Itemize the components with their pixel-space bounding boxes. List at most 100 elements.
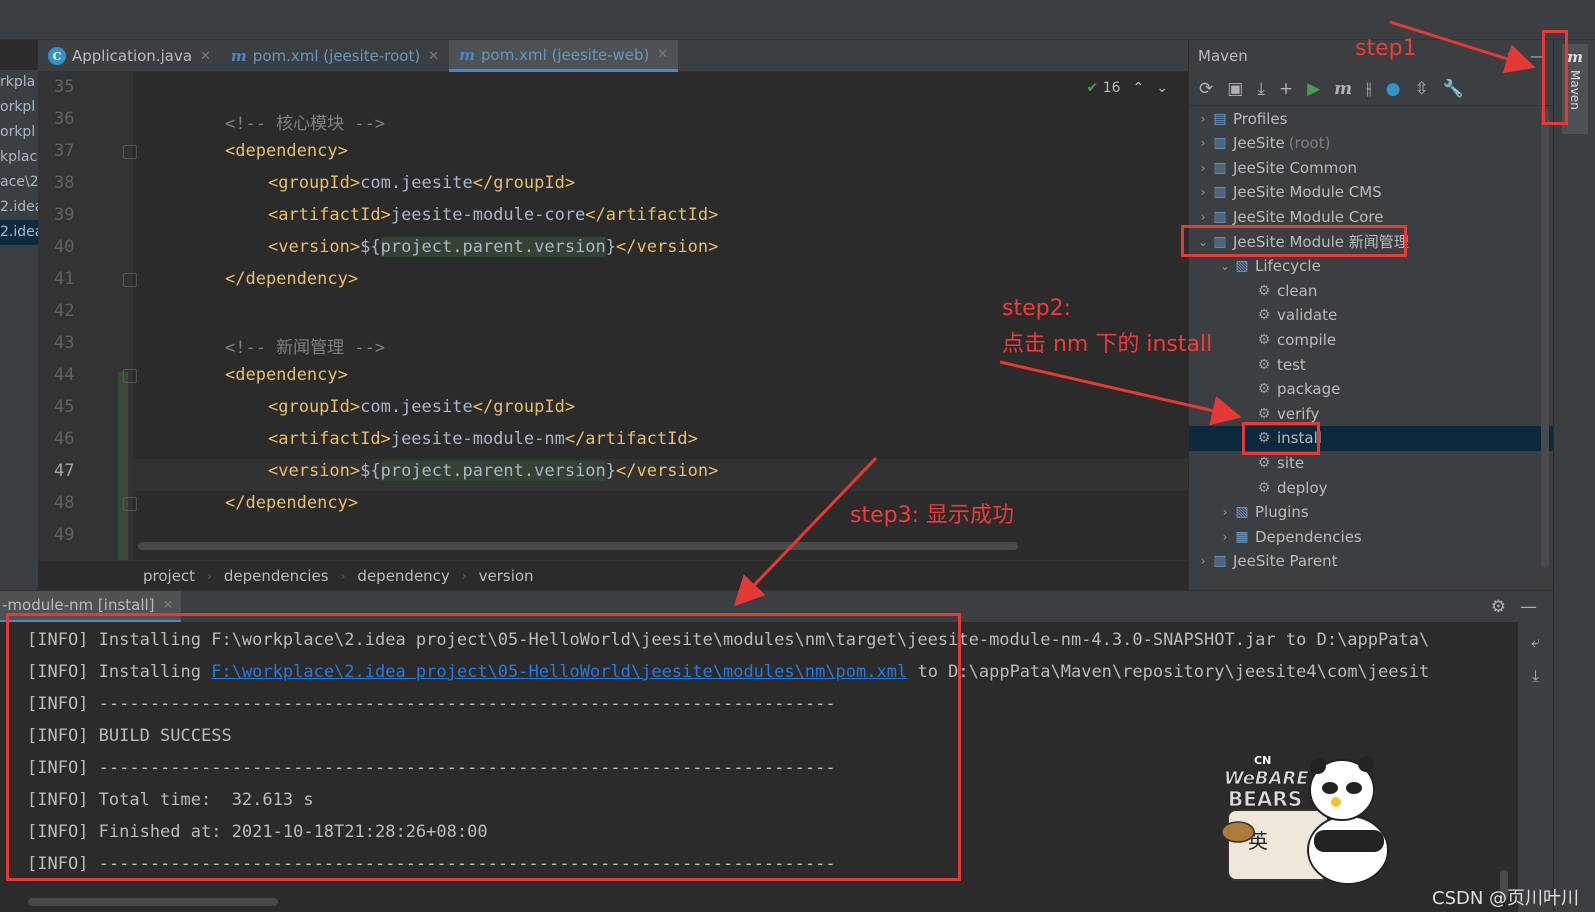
we-bare-bears-sticker: CN WeBARE BEARS 英 bbox=[1218, 750, 1408, 890]
console-horizontal-scrollbar[interactable] bbox=[28, 898, 278, 906]
gear-icon[interactable]: ⚙ bbox=[1507, 47, 1520, 65]
chevron-up-icon[interactable]: ⌃ bbox=[1133, 80, 1145, 96]
line-number: 46 bbox=[54, 429, 75, 449]
fold-marker-icon[interactable] bbox=[123, 497, 137, 511]
annotation-box-install bbox=[1242, 422, 1320, 455]
project-item[interactable]: kplace bbox=[0, 145, 38, 170]
close-icon[interactable]: ✕ bbox=[657, 47, 668, 62]
project-item[interactable]: 2.idea bbox=[0, 195, 38, 220]
app-class-icon: C bbox=[48, 47, 66, 65]
generate-sources-icon[interactable]: ▣ bbox=[1227, 79, 1243, 99]
gear-icon: ⚙ bbox=[1257, 405, 1271, 422]
tree-item-label: JeeSite bbox=[1233, 134, 1285, 153]
code-line-current: <version>${project.parent.version}</vers… bbox=[268, 461, 719, 481]
maven-tree-item-jeesite-module-cms[interactable]: › ▥ JeeSite Module CMS bbox=[1189, 180, 1554, 205]
panda-eye-patch bbox=[1322, 782, 1338, 794]
close-icon[interactable]: ✕ bbox=[163, 598, 174, 613]
close-icon[interactable]: ✕ bbox=[428, 49, 439, 64]
maven-tree-item-deploy[interactable]: ⚙ deploy bbox=[1189, 475, 1554, 500]
chevron-right-icon[interactable]: › bbox=[1195, 210, 1211, 224]
tree-item-label: JeeSite Common bbox=[1233, 158, 1358, 177]
annotation-box-maven-stripe bbox=[1542, 30, 1568, 125]
project-item[interactable]: rkpla bbox=[0, 70, 38, 95]
inspection-status[interactable]: ✔ 16 bbox=[1087, 80, 1121, 96]
toggle-offline-icon[interactable]: ⫲ bbox=[1366, 79, 1372, 99]
code-line: <groupId>com.jeesite</groupId> bbox=[268, 397, 576, 417]
run-tab-label: -module-nm [install] bbox=[2, 596, 155, 614]
breadcrumb-separator: › bbox=[340, 568, 346, 583]
scroll-to-end-icon[interactable]: ⤓ bbox=[1532, 666, 1539, 686]
breadcrumb-item[interactable]: version bbox=[479, 567, 534, 585]
line-number: 49 bbox=[54, 525, 75, 545]
maven-tree-item-test[interactable]: ⚙ test bbox=[1189, 352, 1554, 377]
maven-tree-item-plugins[interactable]: › ▧ Plugins bbox=[1189, 500, 1554, 525]
maven-tool-window: Maven ⚙ — ⟳ ▣ ⤓ + ▶ m ⫲ ● ⇳ 🔧 › ▤ Profiles… bbox=[1188, 40, 1554, 590]
chevron-right-icon[interactable]: › bbox=[1217, 505, 1233, 519]
download-icon[interactable]: ⤓ bbox=[1257, 79, 1265, 99]
fold-marker-icon[interactable] bbox=[123, 145, 137, 159]
skip-tests-icon[interactable]: ● bbox=[1386, 79, 1401, 99]
soft-wrap-icon[interactable]: ⤶ bbox=[1531, 632, 1540, 652]
maven-tree-item-clean[interactable]: ⚙ clean bbox=[1189, 278, 1554, 303]
breadcrumb-item[interactable]: project bbox=[143, 567, 195, 585]
chevron-right-icon[interactable]: › bbox=[1217, 530, 1233, 544]
run-icon[interactable]: ▶ bbox=[1307, 79, 1320, 99]
reload-icon[interactable]: ⟳ bbox=[1199, 79, 1213, 99]
maven-tree-item-jeesite[interactable]: › ▥ JeeSite (root) bbox=[1189, 131, 1554, 156]
project-item[interactable]: ace\2 bbox=[0, 170, 38, 195]
gear-icon: ⚙ bbox=[1257, 307, 1271, 324]
maven-tree-item-jeesite-parent[interactable]: › ▥ JeeSite Parent bbox=[1189, 549, 1554, 574]
fold-marker-icon[interactable] bbox=[123, 273, 137, 287]
breadcrumb-item[interactable]: dependency bbox=[357, 567, 449, 585]
tab-label: Application.java bbox=[72, 47, 193, 65]
maven-tree-item-validate[interactable]: ⚙ validate bbox=[1189, 303, 1554, 328]
tab-pom-root[interactable]: m pom.xml (jeesite-root) ✕ bbox=[221, 40, 449, 72]
maven-tree-item-compile[interactable]: ⚙ compile bbox=[1189, 327, 1554, 352]
annotation-step3: step3: 显示成功 bbox=[850, 503, 1014, 528]
project-item[interactable]: orkpl bbox=[0, 120, 38, 145]
tree-item-label: Lifecycle bbox=[1255, 257, 1321, 276]
line-number: 40 bbox=[54, 237, 75, 257]
fold-marker-icon[interactable] bbox=[123, 369, 137, 383]
annotation-step1: step1 bbox=[1355, 36, 1417, 61]
maven-tree-item-jeesite-common[interactable]: › ▥ JeeSite Common bbox=[1189, 155, 1554, 180]
chevron-down-icon[interactable]: ⌄ bbox=[1217, 259, 1233, 273]
chevron-right-icon[interactable]: › bbox=[1195, 161, 1211, 175]
maven-tree-item-dependencies[interactable]: › ▦ Dependencies bbox=[1189, 524, 1554, 549]
chevron-right-icon[interactable]: › bbox=[1195, 554, 1211, 568]
maven-module-icon: ▥ bbox=[1213, 135, 1227, 152]
inspection-widget[interactable]: ✔ 16 ⌃ ⌄ bbox=[1087, 80, 1168, 96]
gear-icon: ⚙ bbox=[1257, 331, 1271, 348]
maven-module-icon: ▥ bbox=[1213, 184, 1227, 201]
right-tool-stripe: m Maven bbox=[1553, 40, 1595, 912]
chevron-down-icon[interactable]: ⌄ bbox=[1156, 80, 1168, 96]
gear-icon: ⚙ bbox=[1257, 454, 1271, 471]
maven-tree-item-lifecycle[interactable]: ⌄ ▧ Lifecycle bbox=[1189, 254, 1554, 279]
close-icon[interactable]: ✕ bbox=[200, 49, 211, 64]
line-number: 45 bbox=[54, 397, 75, 417]
chevron-right-icon[interactable]: › bbox=[1195, 136, 1211, 150]
gear-icon: ⚙ bbox=[1257, 356, 1271, 373]
chevron-right-icon[interactable]: › bbox=[1195, 112, 1211, 126]
add-icon[interactable]: + bbox=[1279, 79, 1293, 99]
gear-icon[interactable]: ⚙ bbox=[1491, 597, 1506, 617]
collapse-all-icon[interactable]: ⇳ bbox=[1415, 79, 1429, 99]
project-item[interactable]: orkpl bbox=[0, 95, 38, 120]
editor-horizontal-scrollbar[interactable] bbox=[138, 542, 1018, 550]
gear-icon: ⚙ bbox=[1257, 282, 1271, 299]
execute-goal-icon[interactable]: m bbox=[1334, 79, 1352, 99]
wrench-icon[interactable]: 🔧 bbox=[1443, 79, 1464, 99]
tab-pom-web[interactable]: m pom.xml (jeesite-web) ✕ bbox=[449, 40, 679, 72]
chevron-right-icon[interactable]: › bbox=[1195, 185, 1211, 199]
breadcrumb-item[interactable]: dependencies bbox=[224, 567, 329, 585]
tab-application-java[interactable]: C Application.java ✕ bbox=[38, 40, 221, 72]
maven-tree-item-profiles[interactable]: › ▤ Profiles bbox=[1189, 106, 1554, 131]
maven-tree-item-package[interactable]: ⚙ package bbox=[1189, 377, 1554, 402]
maven-vertical-scrollbar[interactable] bbox=[1541, 108, 1549, 568]
project-item-selected[interactable]: 2.idea bbox=[0, 220, 38, 245]
code-tag: <dependency> bbox=[225, 141, 348, 161]
minimize-icon[interactable]: — bbox=[1520, 597, 1537, 617]
tree-item-label: Profiles bbox=[1233, 109, 1288, 128]
tree-item-label: package bbox=[1277, 380, 1341, 399]
stripe-label: Maven bbox=[1568, 70, 1582, 110]
